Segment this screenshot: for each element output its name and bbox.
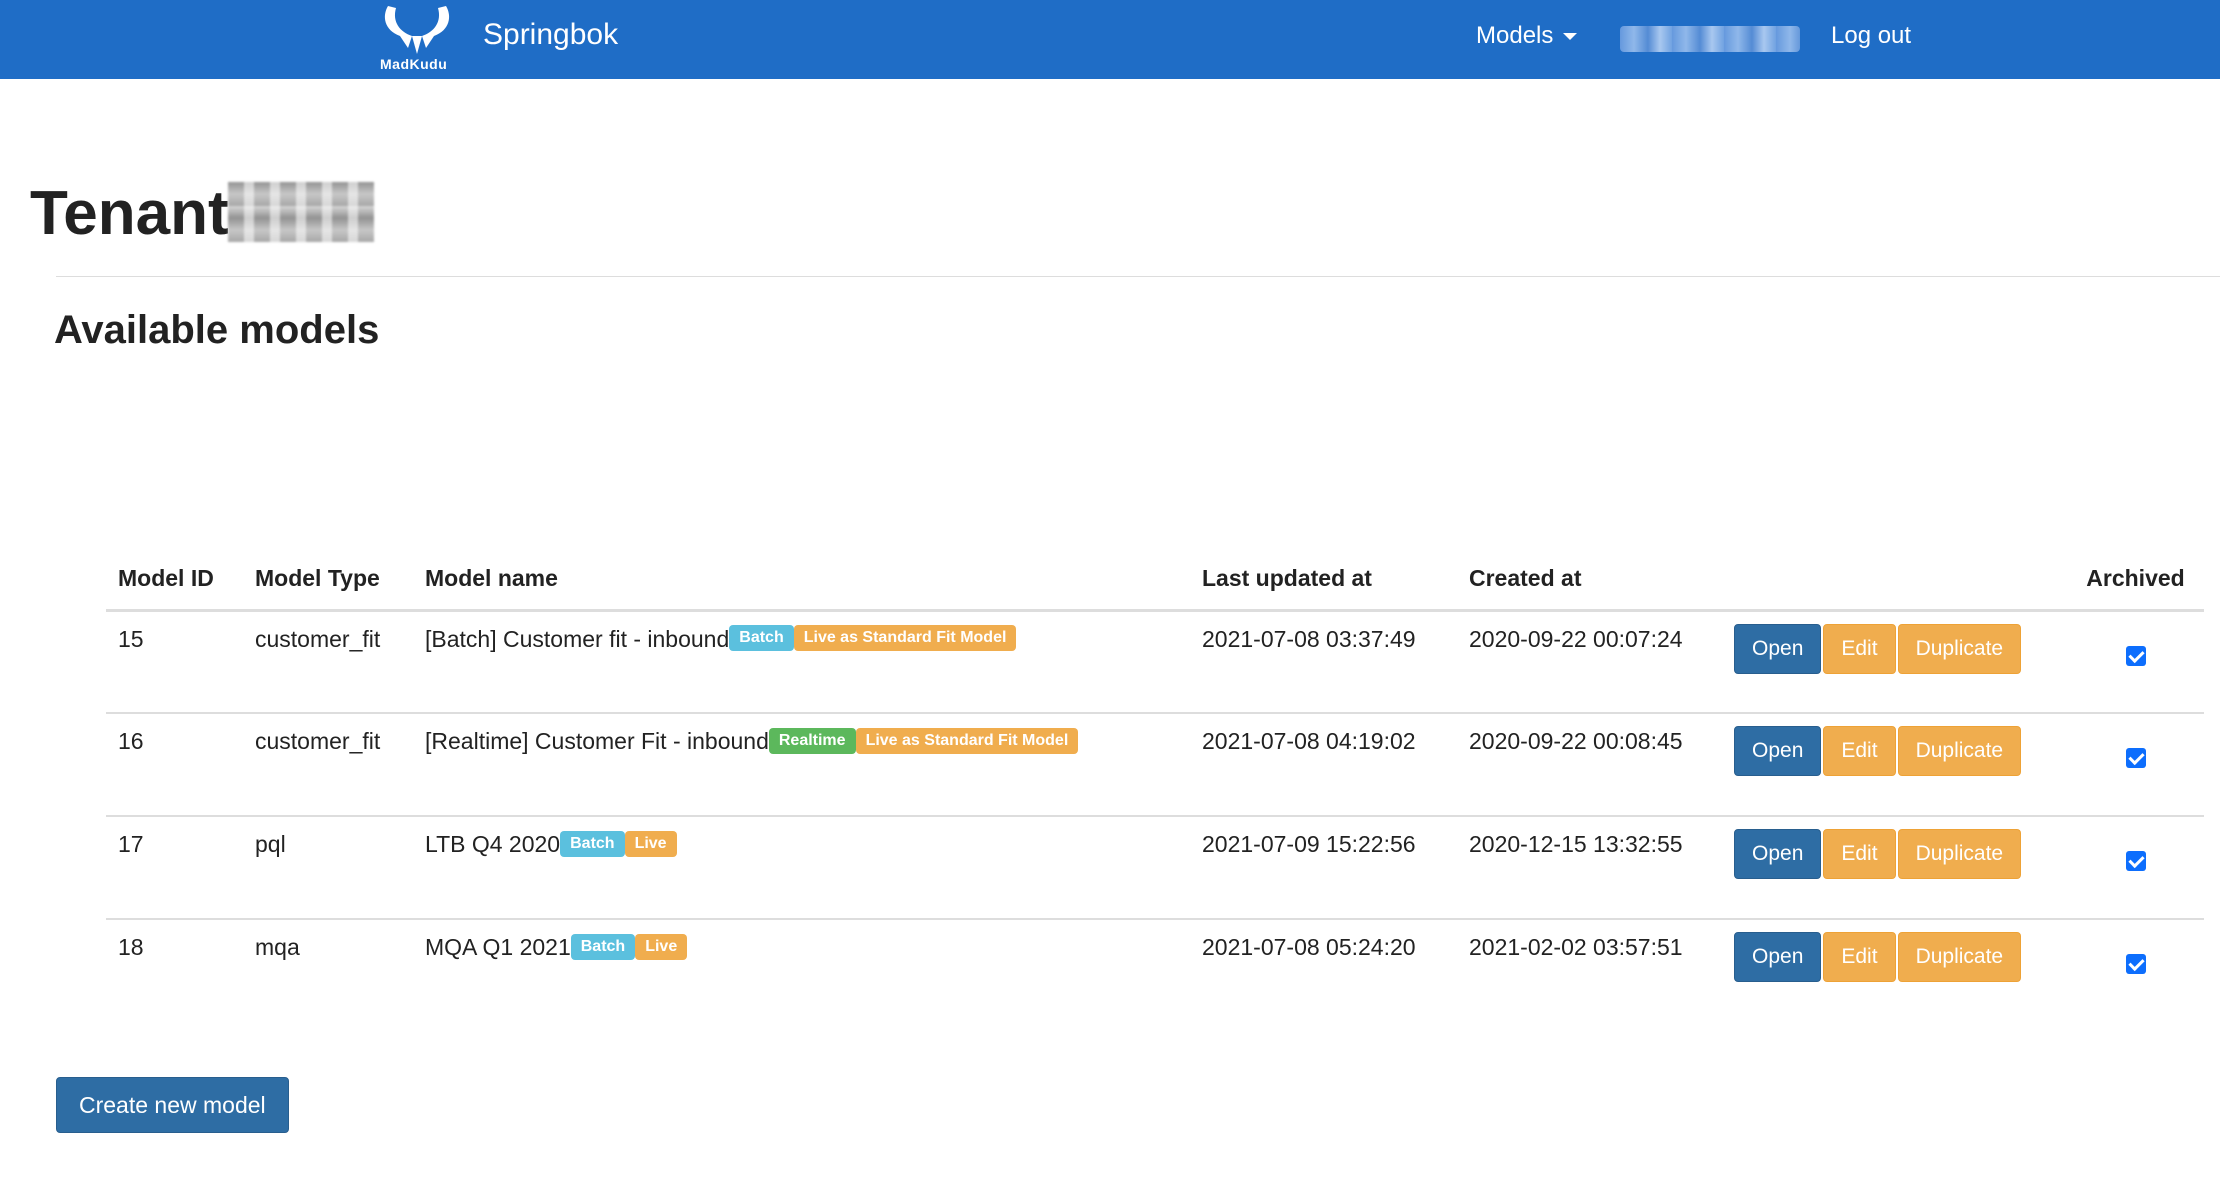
model-id: 18	[118, 934, 144, 960]
edit-button[interactable]: Edit	[1823, 932, 1896, 982]
logout-link[interactable]: Log out	[1831, 22, 1911, 50]
create-new-model-button[interactable]: Create new model	[56, 1077, 289, 1133]
mode-badge: Realtime	[768, 727, 856, 754]
model-type: pql	[243, 816, 413, 920]
created-at: 2020-09-22 00:07:24	[1457, 610, 1722, 714]
table-row: 18 mqa MQA Q1 2021 Batch Live 2021-07-08 0…	[106, 919, 2204, 1022]
model-name-cell: [Realtime] Customer Fit - inbound Realtim…	[413, 713, 1190, 817]
section-title: Available models	[54, 308, 380, 352]
open-button[interactable]: Open	[1734, 726, 1822, 776]
table-row: 17 pql LTB Q4 2020 Batch Live 2021-07-09 1…	[106, 816, 2204, 920]
duplicate-button[interactable]: Duplicate	[1897, 623, 2022, 674]
duplicate-button[interactable]: Duplicate	[1897, 932, 2022, 982]
duplicate-button[interactable]: Duplicate	[1897, 829, 2022, 879]
column-header-type: Model Type	[243, 548, 413, 612]
model-name-cell: MQA Q1 2021 Batch Live	[413, 919, 1190, 1022]
status-badge: Live	[635, 933, 688, 960]
mode-badge: Batch	[570, 933, 636, 960]
column-header-id: Model ID	[106, 548, 243, 612]
actions-cell: Open Edit Duplicate	[1722, 816, 2067, 920]
user-name-redacted[interactable]	[1620, 26, 1800, 52]
open-button[interactable]: Open	[1734, 623, 1822, 674]
actions-cell: Open Edit Duplicate	[1722, 919, 2067, 1022]
tenant-name-redacted	[228, 182, 374, 242]
model-name-cell: [Batch] Customer fit - inbound Batch Live …	[413, 610, 1190, 714]
model-type: mqa	[255, 934, 300, 960]
model-type: customer_fit	[243, 713, 413, 817]
top-navbar: MadKudu Springbok Models Log out	[0, 0, 2220, 79]
last-updated: 2021-07-08 04:19:02	[1190, 713, 1457, 817]
archived-checkbox[interactable]	[2125, 851, 2146, 871]
edit-button[interactable]: Edit	[1823, 623, 1896, 674]
created-at: 2020-09-22 00:08:45	[1457, 713, 1722, 817]
table-row: 16 customer_fit [Realtime] Customer Fit …	[106, 713, 2204, 817]
model-id: 15	[106, 610, 243, 714]
table-header-row: Model ID Model Type Model name Last upda…	[106, 548, 2204, 612]
last-updated: 2021-07-08 03:37:49	[1190, 610, 1457, 714]
models-menu-label: Models	[1476, 22, 1554, 49]
last-updated: 2021-07-09 15:22:56	[1190, 816, 1457, 920]
edit-button[interactable]: Edit	[1823, 726, 1896, 776]
archived-cell	[2067, 816, 2204, 920]
model-name: LTB Q4 2020	[425, 831, 561, 857]
archived-cell	[2067, 610, 2204, 714]
models-table: Model ID Model Type Model name Last upda…	[106, 548, 2204, 1022]
open-button[interactable]: Open	[1734, 932, 1822, 982]
logo-text: MadKudu	[380, 56, 448, 72]
status-badge: Live as Standard Fit Model	[855, 727, 1079, 754]
last-updated: 2021-07-08 05:24:20	[1202, 934, 1416, 960]
archived-cell	[2067, 919, 2204, 1022]
column-header-updated: Last updated at	[1190, 548, 1457, 612]
created-at: 2021-02-02 03:57:51	[1469, 934, 1683, 960]
model-type: customer_fit	[243, 610, 413, 714]
status-badge: Live as Standard Fit Model	[793, 625, 1017, 652]
archived-cell	[2067, 713, 2204, 817]
brand-name[interactable]: Springbok	[483, 18, 618, 52]
status-badge: Live	[624, 830, 677, 857]
column-header-created: Created at	[1457, 548, 1722, 612]
models-menu[interactable]: Models	[1476, 22, 1578, 50]
created-at: 2020-12-15 13:32:55	[1457, 816, 1722, 920]
model-id: 16	[106, 713, 243, 817]
model-name: [Batch] Customer fit - inbound	[425, 625, 730, 652]
edit-button[interactable]: Edit	[1823, 829, 1896, 879]
mode-badge: Batch	[729, 625, 794, 652]
open-button[interactable]: Open	[1734, 829, 1822, 879]
header-divider	[56, 276, 2220, 277]
table-row: 15 customer_fit [Batch] Customer fit - i…	[106, 610, 2204, 714]
model-name-cell: LTB Q4 2020 Batch Live	[413, 816, 1190, 920]
column-header-actions	[1722, 548, 2067, 612]
column-header-name: Model name	[413, 548, 1190, 612]
model-name: [Realtime] Customer Fit - inbound	[425, 728, 769, 754]
archived-checkbox[interactable]	[2125, 748, 2146, 768]
column-header-archived: Archived	[2067, 548, 2204, 612]
madkudu-logo-icon[interactable]: MadKudu	[374, 2, 460, 76]
model-id: 17	[106, 816, 243, 920]
chevron-down-icon	[1563, 33, 1578, 41]
mode-badge: Batch	[560, 830, 625, 857]
actions-cell: Open Edit Duplicate	[1722, 610, 2067, 714]
actions-cell: Open Edit Duplicate	[1722, 713, 2067, 817]
model-name: MQA Q1 2021	[425, 934, 571, 960]
duplicate-button[interactable]: Duplicate	[1897, 726, 2022, 776]
page-title: Tenant	[30, 179, 229, 248]
archived-checkbox[interactable]	[2125, 954, 2146, 974]
archived-checkbox[interactable]	[2125, 645, 2146, 666]
